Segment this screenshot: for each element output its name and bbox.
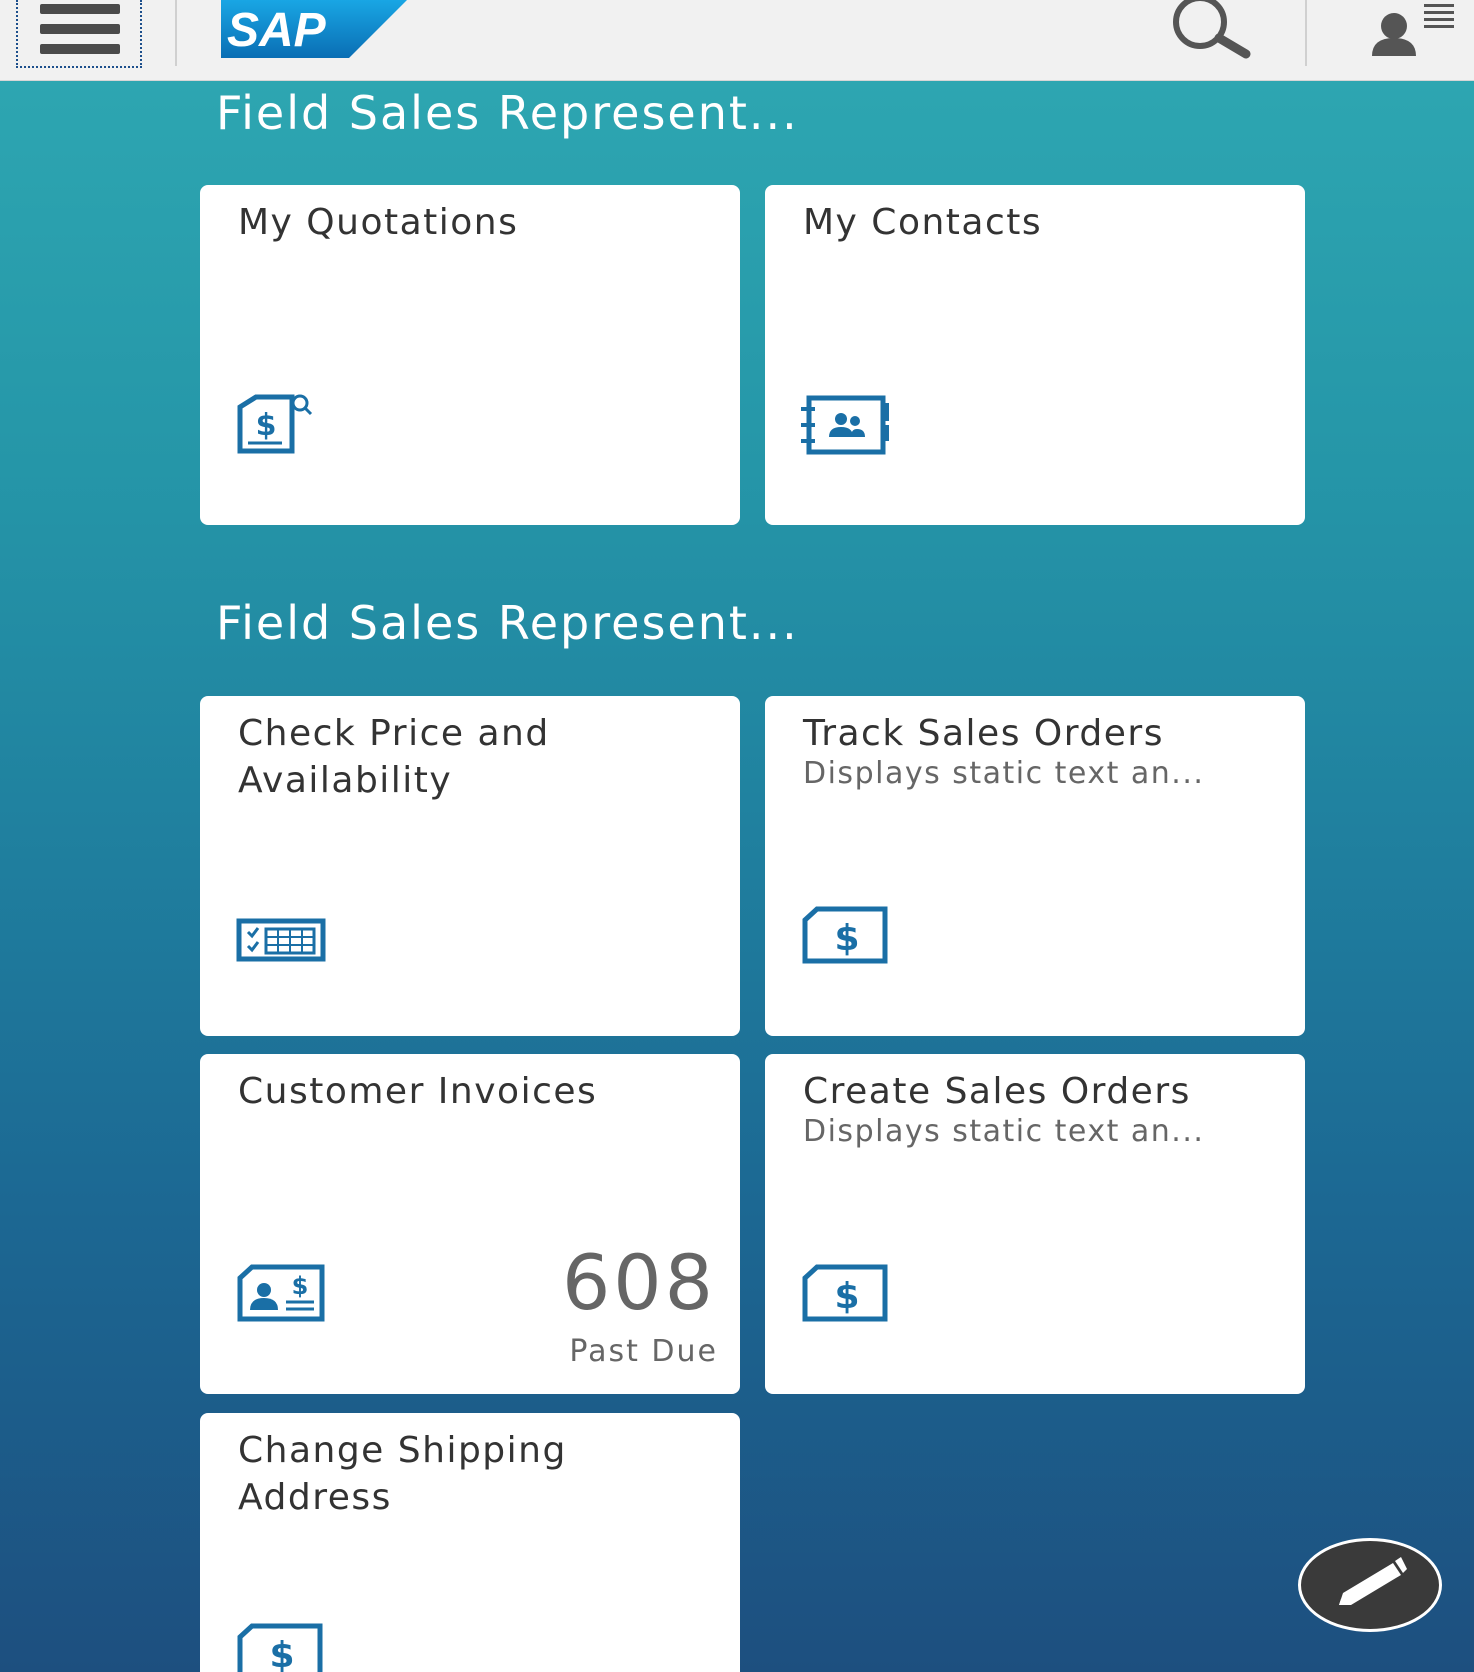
tile-title: Create Sales Orders [803,1071,1191,1112]
user-menu-icon [1372,4,1454,56]
kpi-number: 608 [561,1238,716,1327]
pencil-icon [1339,1557,1407,1605]
hamburger-menu-button[interactable] [16,0,142,68]
tile-title: Change Shipping Address [238,1430,567,1518]
svg-text:$: $ [256,408,277,443]
tile-create-sales-orders[interactable]: Create Sales Orders Displays static text… [765,1054,1305,1394]
quotation-dollar-search-icon: $ [236,393,314,459]
svg-text:$: $ [292,1272,309,1300]
header-divider [1305,0,1307,66]
price-availability-calendar-icon [236,918,326,966]
address-book-icon [801,395,891,459]
edit-home-button[interactable] [1298,1538,1442,1632]
header-divider [175,0,177,66]
sap-logo[interactable]: SAP [221,0,407,58]
user-menu-button[interactable] [1366,0,1462,66]
tile-title: Check Price and Availability [238,713,550,801]
tile-title: Customer Invoices [238,1071,598,1112]
tile-title: My Quotations [238,202,519,243]
launchpad-background: SAP Field Sales Represent... My Quotatio… [0,0,1474,1672]
tile-track-sales-orders[interactable]: Track Sales Orders Displays static text … [765,696,1305,1036]
customer-invoice-icon: $ [236,1264,326,1326]
tile-title: My Contacts [803,202,1043,243]
sales-order-dollar-icon: $ [236,1623,324,1672]
search-icon [1173,0,1251,59]
sales-order-dollar-icon: $ [801,906,889,968]
tile-customer-invoices[interactable]: Customer Invoices $ 608 Past Due [200,1054,740,1394]
tile-my-quotations[interactable]: My Quotations $ [200,185,740,525]
tile-subtitle: Displays static text an... [803,1114,1205,1149]
kpi-footer: Past Due [569,1334,718,1369]
tile-change-shipping-address[interactable]: Change Shipping Address $ [200,1413,740,1672]
tile-my-contacts[interactable]: My Contacts [765,185,1305,525]
shell-header: SAP [0,0,1474,81]
hamburger-menu-icon [40,4,120,14]
search-button[interactable] [1166,0,1252,60]
tile-title: Track Sales Orders [803,713,1164,754]
sap-logo-text: SAP [227,4,327,57]
group-title: Field Sales Represent... [216,86,799,140]
tile-check-price-availability[interactable]: Check Price and Availability [200,696,740,1036]
tile-subtitle: Displays static text an... [803,756,1205,791]
svg-text:$: $ [834,1276,859,1317]
sales-order-dollar-icon: $ [801,1264,889,1326]
svg-text:$: $ [269,1635,294,1672]
group-title: Field Sales Represent... [216,596,799,650]
svg-text:$: $ [834,918,859,959]
